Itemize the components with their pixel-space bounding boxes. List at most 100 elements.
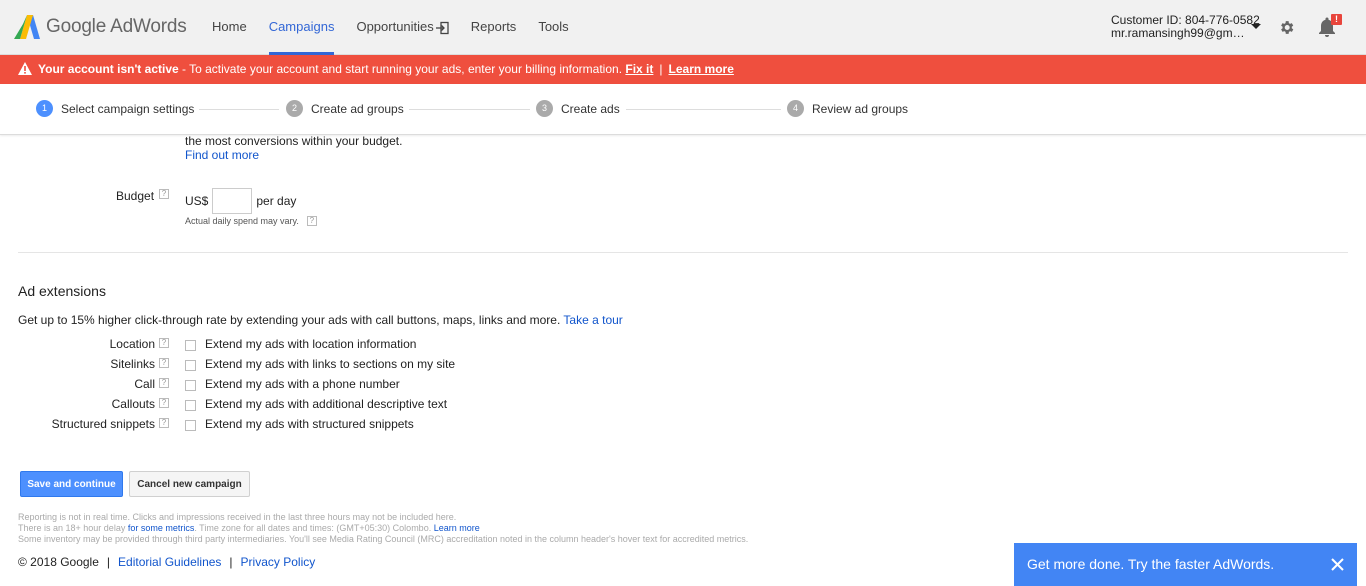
alert-learn-more-link[interactable]: Learn more	[669, 62, 734, 76]
extension-label: Sitelinks	[110, 357, 155, 371]
nav-campaigns[interactable]: Campaigns	[268, 0, 334, 55]
step-number: 3	[536, 100, 553, 117]
warning-icon	[18, 62, 32, 75]
extension-row-call: Call ? Extend my ads with a phone number	[0, 377, 700, 393]
account-dropdown-icon[interactable]	[1251, 24, 1261, 29]
copyright: © 2018 Google	[18, 555, 99, 569]
nav-opportunities-label: Opportunities	[356, 19, 434, 34]
bidding-description: the most conversions within your budget.	[185, 134, 403, 148]
disclaimer-line-2: There is an 18+ hour delay for some metr…	[18, 523, 748, 534]
logo-text: Google AdWords	[46, 15, 187, 37]
alert-title: Your account isn't active	[38, 62, 179, 76]
help-icon[interactable]: ?	[159, 398, 169, 408]
close-icon[interactable]	[1330, 557, 1345, 572]
extension-label: Call	[134, 377, 155, 391]
per-day-label: per day	[256, 194, 297, 208]
nav-reports[interactable]: Reports	[471, 0, 517, 55]
currency-label: US$	[185, 194, 209, 208]
disclaimer-line-3: Some inventory may be provided through t…	[18, 534, 749, 544]
help-icon[interactable]: ?	[306, 216, 317, 226]
extension-row-structured-snippets: Structured snippets ? Extend my ads with…	[0, 417, 700, 433]
reporting-disclaimer: Reporting is not in real time. Clicks an…	[18, 512, 748, 545]
budget-input[interactable]	[212, 188, 253, 214]
ad-extensions-desc-text: Get up to 15% higher click-through rate …	[18, 313, 561, 327]
alert-separator: |	[659, 62, 663, 76]
save-and-continue-button[interactable]: Save and continue	[20, 471, 123, 497]
step-select-campaign-settings[interactable]: 1 Select campaign settings	[36, 100, 194, 117]
customer-info[interactable]: Customer ID: 804-776-0582 mr.ramansingh9…	[1111, 14, 1260, 40]
step-connector	[626, 109, 781, 110]
location-checkbox[interactable]	[185, 340, 196, 351]
find-out-more-link[interactable]: Find out more	[185, 148, 259, 162]
nav-tools[interactable]: Tools	[538, 0, 568, 55]
extension-text[interactable]: Extend my ads with location information	[205, 337, 416, 351]
extension-text[interactable]: Extend my ads with additional descriptiv…	[205, 397, 447, 411]
step-label: Review ad groups	[812, 101, 909, 116]
account-inactive-alert: Your account isn't active - To activate …	[0, 55, 1366, 84]
adwords-logo-icon	[14, 14, 40, 39]
help-icon[interactable]: ?	[159, 189, 169, 199]
callouts-checkbox[interactable]	[185, 400, 196, 411]
call-checkbox[interactable]	[185, 380, 196, 391]
sitelinks-checkbox[interactable]	[185, 360, 196, 371]
section-divider	[18, 252, 1348, 253]
budget-row: US$ per day	[185, 188, 296, 214]
promo-text: Get more done. Try the faster AdWords.	[1027, 556, 1275, 572]
adwords-logo[interactable]: Google AdWords	[14, 13, 187, 40]
cancel-new-campaign-button[interactable]: Cancel new campaign	[129, 471, 250, 497]
disclaimer-text: There is an 18+ hour delay	[18, 523, 128, 533]
footer: © 2018 Google | Editorial Guidelines | Priva…	[18, 555, 315, 569]
step-number: 1	[36, 100, 53, 117]
ad-extensions-description: Get up to 15% higher click-through rate …	[18, 313, 623, 327]
gear-icon[interactable]	[1278, 19, 1295, 36]
step-connector	[409, 109, 530, 110]
step-label: Select campaign settings	[61, 101, 195, 116]
footer-separator: |	[229, 555, 233, 569]
enter-icon	[435, 21, 449, 34]
extension-row-callouts: Callouts ? Extend my ads with additional…	[0, 397, 700, 413]
fix-it-link[interactable]: Fix it	[625, 62, 653, 76]
step-label: Create ad groups	[311, 101, 404, 116]
step-connector	[199, 109, 279, 110]
extension-label: Location	[109, 337, 155, 351]
budget-note: Actual daily spend may vary.?	[185, 216, 317, 226]
extension-label: Callouts	[111, 397, 155, 411]
step-label: Create ads	[561, 101, 620, 116]
step-create-ads[interactable]: 3 Create ads	[536, 100, 620, 117]
help-icon[interactable]: ?	[159, 378, 169, 388]
some-metrics-link[interactable]: for some metrics	[128, 523, 195, 533]
step-number: 4	[787, 100, 804, 117]
top-header: Google AdWords Home Campaigns Opportunit…	[0, 0, 1366, 55]
extension-text[interactable]: Extend my ads with a phone number	[205, 377, 400, 391]
help-icon[interactable]: ?	[159, 418, 169, 428]
footer-separator: |	[106, 555, 111, 569]
disclaimer-text: . Time zone for all dates and times: (GM…	[194, 523, 434, 533]
campaign-stepper: 1 Select campaign settings 2 Create ad g…	[0, 84, 1366, 135]
step-create-ad-groups[interactable]: 2 Create ad groups	[286, 100, 404, 117]
help-icon[interactable]: ?	[159, 358, 169, 368]
nav-home[interactable]: Home	[212, 0, 247, 55]
extension-label: Structured snippets	[51, 417, 155, 431]
editorial-guidelines-link[interactable]: Editorial Guidelines	[118, 555, 221, 569]
help-icon[interactable]: ?	[159, 338, 169, 348]
budget-note-text: Actual daily spend may vary.	[185, 216, 299, 226]
extension-row-sitelinks: Sitelinks ? Extend my ads with links to …	[0, 357, 700, 373]
privacy-policy-link[interactable]: Privacy Policy	[241, 555, 316, 569]
alert-message: - To activate your account and start run…	[178, 62, 623, 76]
ad-extensions-title: Ad extensions	[18, 283, 106, 299]
notification-badge: !	[1331, 14, 1342, 25]
structured-snippets-checkbox[interactable]	[185, 420, 196, 431]
step-review-ad-groups[interactable]: 4 Review ad groups	[787, 100, 908, 117]
nav-opportunities[interactable]: Opportunities	[356, 0, 449, 55]
customer-id: Customer ID: 804-776-0582	[1111, 13, 1260, 27]
customer-email: mr.ramansingh99@gmail.com	[1111, 27, 1247, 40]
budget-label: Budget	[116, 189, 155, 203]
disclaimer-learn-more-link[interactable]: Learn more	[434, 523, 480, 533]
extension-text[interactable]: Extend my ads with structured snippets	[205, 417, 414, 431]
extension-row-location: Location ? Extend my ads with location i…	[0, 337, 700, 353]
take-a-tour-link[interactable]: Take a tour	[563, 313, 622, 327]
disclaimer-line-1: Reporting is not in real time. Clicks an…	[18, 512, 457, 522]
main-nav: Home Campaigns Opportunities Reports Too…	[212, 0, 591, 55]
faster-adwords-promo[interactable]: Get more done. Try the faster AdWords.	[1014, 543, 1357, 586]
extension-text[interactable]: Extend my ads with links to sections on …	[205, 357, 455, 371]
